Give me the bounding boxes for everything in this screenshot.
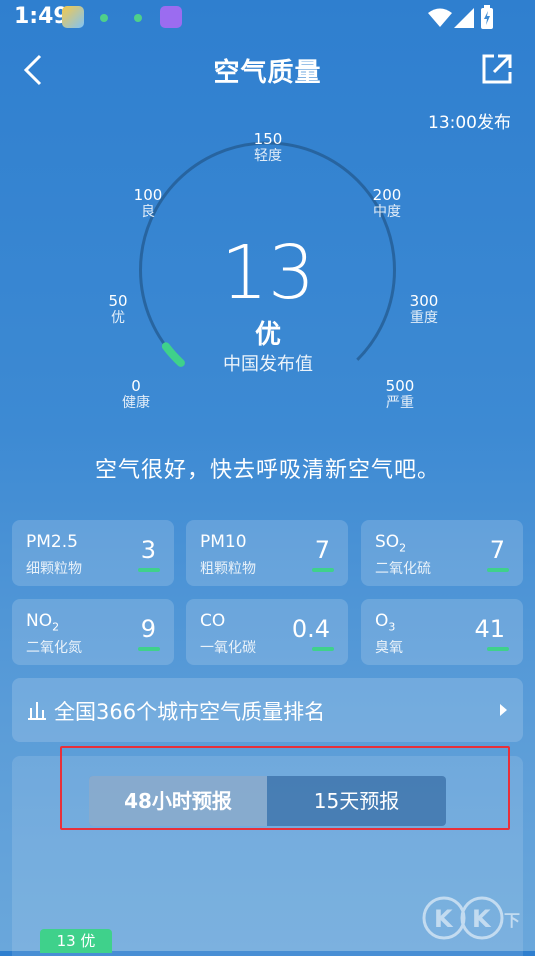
gauge-tick-200: 200 中度 [372,186,402,221]
air-quality-message: 空气很好，快去呼吸清新空气吧。 [94,458,440,483]
gauge-tick-150: 150 轻度 [253,130,283,165]
pollutant-level-bar [487,647,509,651]
pollutant-level-bar [487,568,509,572]
gauge-tick-500: 500 严重 [385,377,415,412]
pollutant-card-so2[interactable]: SO2 二氧化硫 7 [361,520,523,586]
svg-text:K: K [434,905,454,933]
pollutant-name: SO2 [375,532,407,555]
pollutant-value: 9 [140,615,156,643]
chevron-right-icon [500,704,507,716]
pollutant-level-bar [138,647,160,651]
publish-time: 13:00发布 [428,113,511,133]
battery-icon [481,5,493,29]
app-grid-icon [160,6,182,28]
pollutant-name: PM10 [200,532,247,552]
pollutant-card-pm10[interactable]: PM10 粗颗粒物 7 [186,520,348,586]
pollutant-value: 7 [489,536,505,564]
pollutant-desc: 一氧化碳 [200,640,256,656]
weather-app-icon [62,6,84,28]
pollutant-card-o3[interactable]: O3 臭氧 41 [361,599,523,665]
watermark-logo: K K 下 [420,890,530,945]
wifi-icon [428,8,452,27]
pollutant-level-bar [138,568,160,572]
pollutant-level-bar [312,647,334,651]
status-bar: 1:49 [0,0,535,36]
gauge-tick-0: 0 健康 [122,377,150,412]
share-icon[interactable] [480,52,514,86]
forecast-aqi-badge: 13 优 [40,929,112,953]
svg-text:下: 下 [504,911,520,930]
notification-dot-icon [100,14,108,22]
pollutant-name: PM2.5 [26,532,78,552]
pollutant-desc: 二氧化氮 [26,640,82,656]
signal-icon [454,8,474,28]
pollutant-name: NO2 [26,611,60,634]
pollutant-desc: 粗颗粒物 [200,561,256,577]
annotation-highlight-box [60,746,510,830]
aqi-value: 13 [220,230,316,316]
city-ranking-row[interactable]: 全国366个城市空气质量排名 [12,678,523,742]
aqi-level: 优 [254,320,281,350]
pollutant-value: 3 [140,536,156,564]
pollutant-desc: 细颗粒物 [26,561,82,577]
gauge-tick-300: 300 重度 [409,292,439,327]
pollutant-value: 41 [474,615,505,643]
page-title: 空气质量 [213,58,322,88]
notification-dot-icon [134,14,142,22]
pollutant-card-pm25[interactable]: PM2.5 细颗粒物 3 [12,520,174,586]
pollutant-name: CO [200,611,226,631]
ranking-chart-icon [28,702,46,720]
pollutant-level-bar [312,568,334,572]
aqi-source: 中国发布值 [223,354,313,375]
pollutant-name: O3 [375,611,396,634]
pollutant-card-co[interactable]: CO 一氧化碳 0.4 [186,599,348,665]
gauge-tick-100: 100 良 [133,186,163,221]
status-time: 1:49 [14,4,69,29]
pollutant-value: 0.4 [291,615,330,643]
pollutant-desc: 臭氧 [375,640,403,656]
gauge-tick-50: 50 优 [108,292,128,327]
pollutant-value: 7 [314,536,330,564]
ranking-label: 全国366个城市空气质量排名 [54,700,326,724]
pollutant-desc: 二氧化硫 [375,561,431,577]
svg-text:K: K [472,905,492,933]
pollutant-card-no2[interactable]: NO2 二氧化氮 9 [12,599,174,665]
